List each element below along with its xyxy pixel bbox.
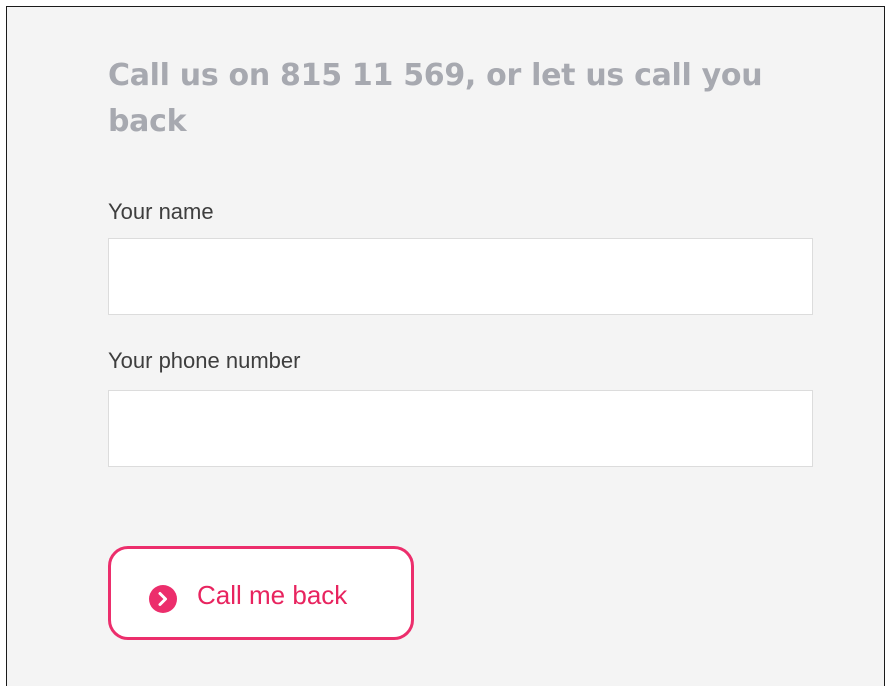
- chevron-right-circle-icon: [149, 585, 177, 613]
- call-me-back-label: Call me back: [197, 580, 348, 610]
- name-field[interactable]: [108, 238, 813, 315]
- phone-field[interactable]: [108, 390, 813, 467]
- callback-panel: Call us on 815 11 569, or let us call yo…: [6, 6, 885, 686]
- callback-heading: Call us on 815 11 569, or let us call yo…: [108, 58, 763, 139]
- call-me-back-button[interactable]: Call me back: [108, 546, 414, 640]
- name-label: Your name: [108, 199, 214, 224]
- phone-label: Your phone number: [108, 348, 301, 373]
